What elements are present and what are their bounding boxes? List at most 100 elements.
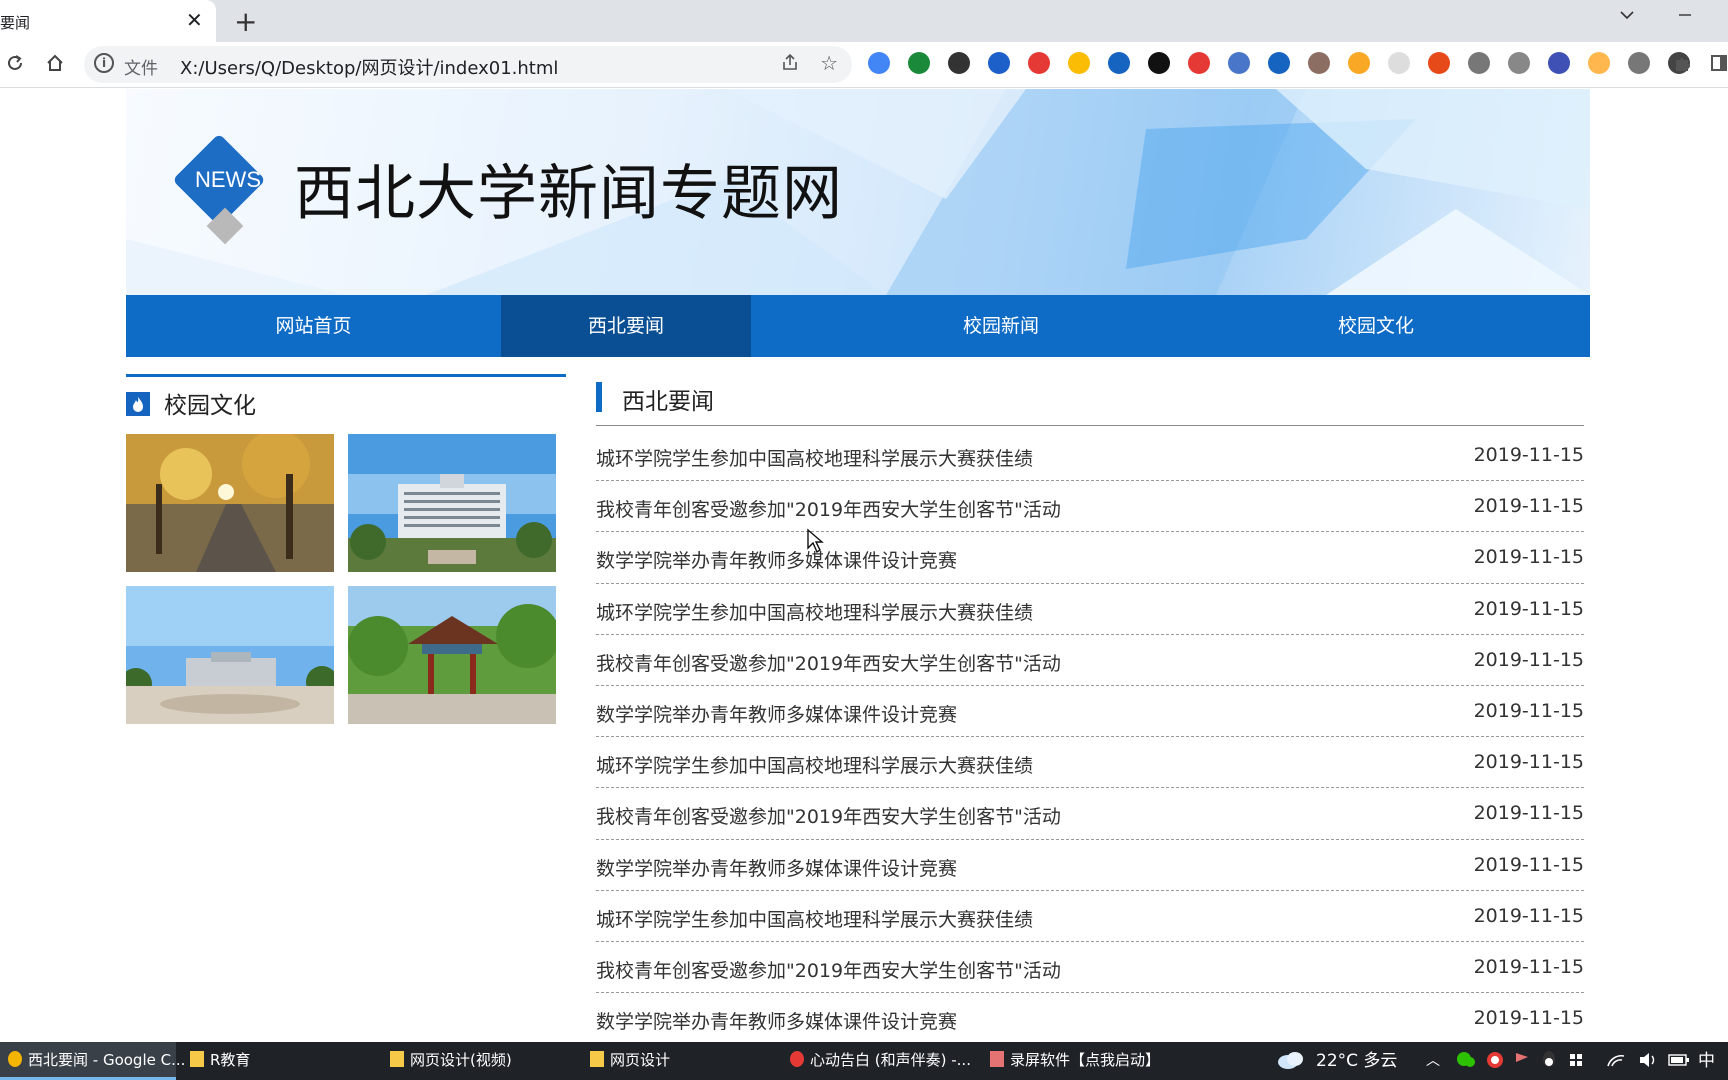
news-title-link[interactable]: 城环学院学生参加中国高校地理科学展示大赛获佳绩: [596, 444, 1033, 471]
news-date: 2019-11-15: [1473, 904, 1584, 927]
news-item[interactable]: 我校青年创客受邀参加"2019年西安大学生创客节"活动 2019-11-15: [596, 788, 1584, 840]
browser-extension-icon[interactable]: [1388, 52, 1410, 74]
campus-photo-library-plaza[interactable]: [126, 586, 334, 724]
browser-extension-icon[interactable]: [1268, 52, 1290, 74]
news-title-link[interactable]: 我校青年创客受邀参加"2019年西安大学生创客节"活动: [596, 495, 1061, 522]
panel-divider: [596, 425, 1584, 426]
panel-title: 校园文化: [164, 393, 256, 419]
main-nav: 网站首页 西北要闻 校园新闻 校园文化: [126, 295, 1590, 357]
taskbar-item-folder-r[interactable]: R教育: [182, 1042, 372, 1080]
news-title-link[interactable]: 城环学院学生参加中国高校地理科学展示大赛获佳绩: [596, 751, 1033, 778]
nav-item-campus-news[interactable]: 校园新闻: [751, 295, 1251, 357]
news-item[interactable]: 城环学院学生参加中国高校地理科学展示大赛获佳绩 2019-11-15: [596, 737, 1584, 789]
site-banner: NEWS 西北大学新闻专题网: [126, 89, 1590, 295]
news-item[interactable]: 我校青年创客受邀参加"2019年西安大学生创客节"活动 2019-11-15: [596, 635, 1584, 686]
browser-extension-icon[interactable]: [1588, 52, 1610, 74]
site-title: 西北大学新闻专题网: [294, 159, 843, 229]
qq-tray-icon[interactable]: [1540, 1042, 1558, 1080]
site-info-icon[interactable]: i: [94, 53, 114, 73]
taskbar-item-folder-web[interactable]: 网页设计: [582, 1042, 772, 1080]
news-title-link[interactable]: 我校青年创客受邀参加"2019年西安大学生创客节"活动: [596, 956, 1061, 983]
address-bar[interactable]: i 文件 X:/Users/Q/Desktop/网页设计/index01.htm…: [84, 46, 852, 83]
campus-photo-pavilion[interactable]: [348, 586, 556, 724]
tray-overflow-chevron-icon[interactable]: ︿: [1426, 1042, 1440, 1080]
browser-extension-icon[interactable]: [908, 52, 930, 74]
new-tab-button[interactable]: +: [234, 5, 257, 38]
news-item[interactable]: 城环学院学生参加中国高校地理科学展示大赛获佳绩 2019-11-15: [596, 584, 1584, 635]
news-date: 2019-11-15: [1473, 751, 1584, 774]
home-icon[interactable]: [44, 52, 66, 79]
news-item[interactable]: 我校青年创客受邀参加"2019年西安大学生创客节"活动 2019-11-15: [596, 942, 1584, 994]
news-item[interactable]: 数学学院举办青年教师多媒体课件设计竞赛 2019-11-15: [596, 993, 1584, 1045]
taskbar-item-recorder[interactable]: 录屏软件【点我启动】: [982, 1042, 1172, 1080]
news-title-link[interactable]: 数学学院举办青年教师多媒体课件设计竞赛: [596, 546, 957, 573]
news-title-link[interactable]: 数学学院举办青年教师多媒体课件设计竞赛: [596, 1007, 957, 1034]
browser-extension-icon[interactable]: [1148, 52, 1170, 74]
browser-extension-icon[interactable]: [1468, 52, 1490, 74]
volume-icon[interactable]: [1638, 1042, 1658, 1080]
news-date: 2019-11-15: [1473, 597, 1584, 620]
browser-extension-icon[interactable]: [1028, 52, 1050, 74]
tab-title: 要闻: [0, 14, 31, 32]
browser-extension-icon[interactable]: [1228, 52, 1250, 74]
browser-extension-icon[interactable]: [1428, 52, 1450, 74]
browser-extension-icon[interactable]: [1108, 52, 1130, 74]
taskbar-item-label: 西北要闻 - Google C...: [28, 1051, 186, 1069]
close-tab-icon[interactable]: ✕: [186, 8, 203, 32]
bookmark-star-icon[interactable]: ☆: [820, 51, 838, 75]
browser-extension-icon[interactable]: [868, 52, 890, 74]
panel-top-rule: [126, 374, 566, 377]
input-grid-tray-icon[interactable]: [1568, 1042, 1584, 1080]
reload-icon[interactable]: [4, 52, 26, 79]
nav-item-northwest-news[interactable]: 西北要闻: [501, 295, 751, 357]
url-text[interactable]: X:/Users/Q/Desktop/网页设计/index01.html: [180, 54, 558, 80]
news-item[interactable]: 我校青年创客受邀参加"2019年西安大学生创客节"活动 2019-11-15: [596, 481, 1584, 533]
news-item[interactable]: 数学学院举办青年教师多媒体课件设计竞赛 2019-11-15: [596, 840, 1584, 891]
news-item[interactable]: 城环学院学生参加中国高校地理科学展示大赛获佳绩 2019-11-15: [596, 430, 1584, 482]
wechat-tray-icon[interactable]: [1456, 1042, 1476, 1080]
news-title-link[interactable]: 城环学院学生参加中国高校地理科学展示大赛获佳绩: [596, 905, 1033, 932]
browser-extension-icon[interactable]: [1348, 52, 1370, 74]
taskbar-item-label: 录屏软件【点我启动】: [1010, 1051, 1161, 1069]
browser-extension-icon[interactable]: [948, 52, 970, 74]
panel-title: 西北要闻: [622, 389, 714, 415]
nav-item-home[interactable]: 网站首页: [126, 295, 501, 357]
news-title-link[interactable]: 数学学院举办青年教师多媒体课件设计竞赛: [596, 700, 957, 727]
extensions-puzzle-icon[interactable]: [1672, 52, 1694, 79]
ime-indicator[interactable]: 中: [1698, 1042, 1715, 1080]
side-panel-icon[interactable]: [1710, 52, 1728, 79]
news-item[interactable]: 数学学院举办青年教师多媒体课件设计竞赛 2019-11-15: [596, 686, 1584, 738]
taskbar-item-folder-video[interactable]: 网页设计(视频): [382, 1042, 572, 1080]
weather-cloud-icon[interactable]: [1276, 1042, 1306, 1080]
news-item[interactable]: 城环学院学生参加中国高校地理科学展示大赛获佳绩 2019-11-15: [596, 891, 1584, 942]
browser-extension-icon[interactable]: [1548, 52, 1570, 74]
news-title-link[interactable]: 数学学院举办青年教师多媒体课件设计竞赛: [596, 854, 957, 881]
taskbar-item-label: 心动告白 (和声伴奏) -...: [810, 1051, 971, 1069]
weather-text[interactable]: 22°C 多云: [1316, 1042, 1397, 1080]
browser-extension-icon[interactable]: [1068, 52, 1090, 74]
taskbar-item-music[interactable]: 心动告白 (和声伴奏) -...: [782, 1042, 974, 1080]
news-item[interactable]: 数学学院举办青年教师多媒体课件设计竞赛 2019-11-15: [596, 532, 1584, 584]
browser-tab-active[interactable]: 要闻 ✕: [0, 0, 216, 42]
flag-tray-icon[interactable]: [1514, 1042, 1530, 1080]
tab-search-chevron-icon[interactable]: [1618, 6, 1636, 29]
browser-extension-icon[interactable]: [1628, 52, 1650, 74]
news-date: 2019-11-15: [1473, 546, 1584, 569]
news-title-link[interactable]: 城环学院学生参加中国高校地理科学展示大赛获佳绩: [596, 598, 1033, 625]
campus-photo-tree-avenue[interactable]: [126, 434, 334, 572]
campus-photo-main-building[interactable]: [348, 434, 556, 572]
share-icon[interactable]: [780, 52, 800, 77]
minimize-window-icon[interactable]: [1676, 6, 1694, 29]
browser-extension-icon[interactable]: [988, 52, 1010, 74]
browser-extension-icon[interactable]: [1308, 52, 1330, 74]
record-tray-icon[interactable]: [1486, 1042, 1504, 1080]
browser-extension-icon[interactable]: [1508, 52, 1530, 74]
wifi-icon[interactable]: [1606, 1042, 1626, 1080]
news-title-link[interactable]: 我校青年创客受邀参加"2019年西安大学生创客节"活动: [596, 649, 1061, 676]
flame-icon: [126, 392, 150, 416]
news-title-link[interactable]: 我校青年创客受邀参加"2019年西安大学生创客节"活动: [596, 802, 1061, 829]
nav-item-campus-culture[interactable]: 校园文化: [1251, 295, 1501, 357]
taskbar-item-chrome[interactable]: 西北要闻 - Google C...: [0, 1042, 185, 1080]
browser-extension-icon[interactable]: [1188, 52, 1210, 74]
battery-icon[interactable]: [1668, 1042, 1690, 1080]
